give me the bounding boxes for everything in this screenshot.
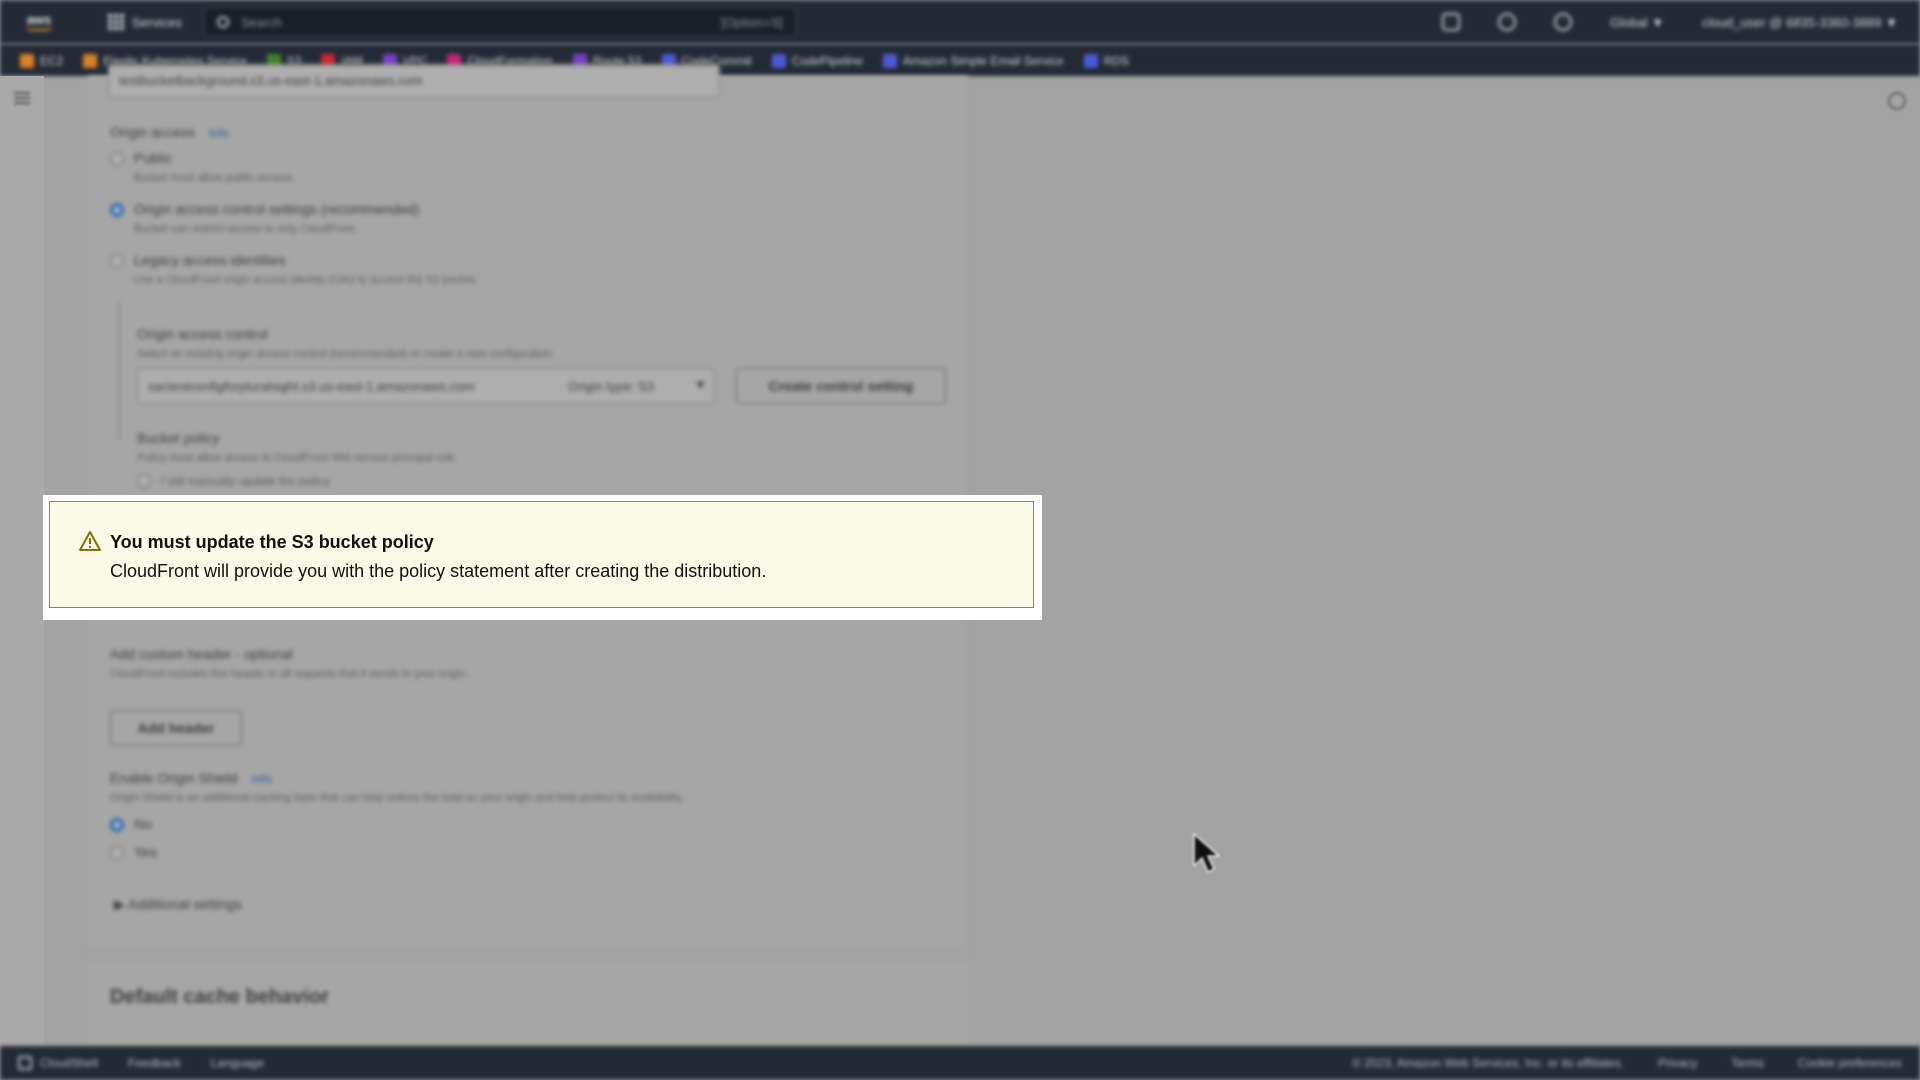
terminal-icon (18, 1056, 32, 1071)
oac-description: Bucket can restrict access to only Cloud… (134, 223, 358, 235)
rds-icon (1083, 53, 1098, 68)
warning-alert: You must update the S3 bucket policy Clo… (49, 501, 1034, 608)
copyright-text: © 2023, Amazon Web Services, Inc. or its… (1352, 1056, 1624, 1070)
legacy-radio[interactable] (110, 254, 124, 268)
feedback-link[interactable]: Feedback (128, 1056, 181, 1070)
search-shortcut: [Option+S] (721, 14, 783, 30)
caret-right-icon: ▶ (114, 896, 128, 912)
origin-shield-no-radio[interactable] (110, 818, 124, 832)
cookie-preferences-link[interactable]: Cookie preferences (1798, 1056, 1902, 1070)
favorite-label: RDS (1103, 53, 1130, 68)
region-selector[interactable]: Global ▼ (1610, 15, 1664, 30)
origin-shield-text: Enable Origin Shield (110, 770, 238, 786)
add-header-label: Add header (137, 720, 215, 736)
favorite-codepipeline[interactable]: CodePipeline (771, 53, 863, 68)
custom-header-label: Add custom header - optional (110, 646, 293, 662)
alert-body: CloudFront will provide you with the pol… (110, 561, 767, 581)
legacy-description: Use a CloudFront origin access identity … (134, 274, 478, 286)
origin-domain-input[interactable]: testbucketbackground.s3.us-east-1.amazon… (108, 64, 720, 98)
origin-shield-yes-label: Yes (134, 844, 157, 860)
grid-icon (108, 14, 124, 30)
additional-settings-label: Additional settings (127, 896, 242, 912)
cloudshell-icon[interactable] (1442, 13, 1461, 31)
top-navigation: aws Services Search [Option+S] Global ▼ … (0, 0, 1920, 44)
codepipeline-icon (771, 53, 786, 68)
manual-update-label: I will manually update the policy (161, 474, 330, 488)
create-control-setting-label: Create control setting (768, 378, 914, 394)
side-navigation-strip (0, 76, 44, 1046)
ec2-icon (20, 53, 34, 68)
warning-icon (79, 531, 101, 551)
favorite-rds[interactable]: RDS (1083, 53, 1130, 68)
search-icon (216, 16, 229, 28)
info-link[interactable]: Info (252, 772, 272, 786)
info-link[interactable]: Info (209, 126, 229, 140)
ses-icon (882, 53, 897, 68)
additional-settings-toggle[interactable]: ▶ Additional settings (114, 896, 242, 913)
favorite-ses[interactable]: Amazon Simple Email Service (882, 53, 1064, 68)
search-placeholder: Search (240, 14, 283, 30)
add-header-button[interactable]: Add header (110, 710, 242, 746)
bucket-policy-label: Bucket policy (137, 430, 220, 446)
nested-divider (118, 302, 120, 440)
origin-domain-value: testbucketbackground.s3.us-east-1.amazon… (119, 73, 423, 88)
services-label: Services (132, 14, 182, 30)
origin-shield-yes-radio[interactable] (110, 846, 124, 860)
privacy-link[interactable]: Privacy (1658, 1056, 1697, 1070)
custom-header-description: CloudFront includes this header in all r… (110, 668, 469, 680)
origin-shield-description: Origin Shield is an additional caching l… (110, 792, 684, 804)
origin-type-value: Origin type: S3 (568, 379, 654, 394)
search-input[interactable]: Search [Option+S] (203, 7, 796, 37)
create-control-setting-button[interactable]: Create control setting (736, 368, 946, 404)
language-link[interactable]: Language (211, 1056, 264, 1070)
bucket-policy-description: Policy must allow access to CloudFront I… (137, 452, 458, 464)
favorite-label: CodePipeline (791, 53, 863, 68)
favorite-label: EC2 (40, 53, 64, 68)
aws-logo[interactable]: aws (20, 11, 58, 33)
oac-radio[interactable] (110, 203, 124, 217)
legacy-label: Legacy access identities (134, 252, 286, 268)
cloudshell-label: CloudShell (40, 1055, 99, 1070)
bell-icon[interactable] (1498, 13, 1517, 31)
caret-down-icon: ▼ (694, 377, 707, 392)
oac-field-label: Origin access control (137, 326, 268, 342)
default-cache-heading: Default cache behavior (110, 986, 329, 1008)
aws-smile-icon (26, 26, 52, 31)
aws-logo-text: aws (26, 11, 52, 27)
help-icon[interactable] (1554, 13, 1573, 31)
default-cache-panel: Default cache behavior (88, 962, 968, 1046)
cloudshell-link[interactable]: CloudShell (18, 1056, 98, 1071)
public-label: Public (134, 150, 173, 166)
terms-link[interactable]: Terms (1731, 1056, 1764, 1070)
public-description: Bucket must allow public access. (134, 172, 295, 184)
oac-field-description: Select an existing origin access control… (137, 348, 556, 360)
services-menu-button[interactable]: Services (108, 14, 182, 30)
origin-shield-no-label: No (134, 816, 152, 832)
oac-select-value: sactestconfigforpluralsight.s3.us-east-1… (148, 379, 475, 394)
origin-access-label: Origin access Info (110, 124, 229, 140)
favorite-ec2[interactable]: EC2 (20, 53, 64, 68)
console-footer: CloudShell Feedback Language © 2023, Ama… (0, 1046, 1920, 1080)
alert-title: You must update the S3 bucket policy (110, 532, 434, 552)
origin-access-text: Origin access (110, 124, 195, 140)
oac-label: Origin access control settings (recommen… (134, 201, 420, 217)
settings-icon[interactable] (1888, 92, 1906, 110)
public-radio[interactable] (110, 152, 124, 166)
oac-select[interactable]: sactestconfigforpluralsight.s3.us-east-1… (137, 368, 715, 404)
manual-update-radio[interactable] (137, 474, 151, 488)
account-menu[interactable]: cloud_user @ 6835-3360-3889 ▼ (1702, 15, 1898, 30)
menu-icon[interactable] (14, 92, 30, 104)
origin-shield-label: Enable Origin Shield Info (110, 770, 272, 786)
mouse-pointer-icon (1193, 833, 1220, 873)
favorite-label: Amazon Simple Email Service (902, 53, 1064, 68)
eks-icon (83, 53, 98, 68)
